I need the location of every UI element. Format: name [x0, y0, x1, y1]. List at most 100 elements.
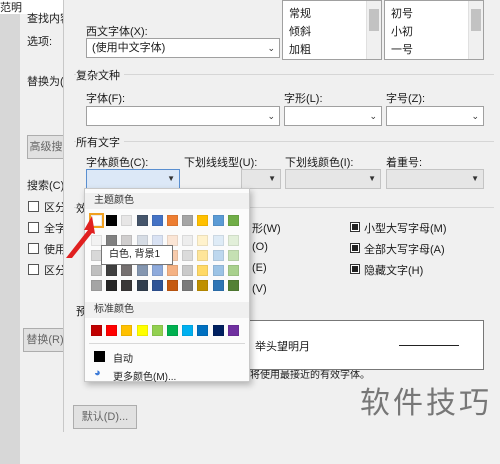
standard-color-swatch[interactable] — [227, 325, 239, 336]
theme-shade-swatch[interactable] — [227, 250, 239, 261]
complex-font-select[interactable]: ⌄ — [86, 106, 280, 126]
complex-section-divider — [74, 74, 494, 75]
complex-style-label: 字形(L): — [284, 93, 323, 105]
theme-shade-swatch[interactable] — [212, 280, 224, 291]
theme-shade-swatch[interactable] — [121, 280, 133, 291]
automatic-color-option[interactable]: 自动 — [113, 350, 133, 365]
theme-color-swatch[interactable] — [227, 215, 239, 226]
theme-color-swatch[interactable] — [197, 215, 209, 226]
size-list-scrollbar[interactable] — [468, 1, 483, 59]
dropdown-arrow-icon: ▼ — [368, 174, 376, 183]
standard-color-swatch[interactable] — [182, 325, 194, 336]
style-scroll-thumb[interactable] — [369, 9, 379, 31]
theme-shade-swatch[interactable] — [227, 235, 239, 246]
whole-word-checkbox[interactable] — [28, 222, 39, 233]
theme-shade-swatch[interactable] — [136, 280, 148, 291]
theme-color-swatch[interactable] — [106, 215, 118, 226]
small-caps-checkbox[interactable] — [350, 222, 360, 232]
theme-shade-swatch[interactable] — [197, 265, 209, 276]
font-style-list[interactable]: 常规 倾斜 加粗 — [282, 0, 382, 60]
style-list-scrollbar[interactable] — [366, 1, 381, 59]
standard-color-swatch[interactable] — [106, 325, 118, 336]
style-item-bold[interactable]: 加粗 — [289, 41, 311, 57]
theme-shade-swatch[interactable] — [212, 250, 224, 261]
theme-shade-swatch[interactable] — [167, 280, 178, 291]
complex-section-title: 复杂文种 — [76, 67, 124, 83]
style-item-italic[interactable]: 倾斜 — [289, 23, 311, 39]
automatic-color-swatch[interactable] — [94, 351, 105, 362]
theme-shade-swatch[interactable] — [91, 265, 102, 276]
standard-color-swatch[interactable] — [91, 325, 102, 336]
theme-shade-swatch[interactable] — [136, 265, 148, 276]
theme-shade-swatch[interactable] — [197, 280, 209, 291]
complex-size-select[interactable]: ⌄ — [386, 106, 484, 126]
hidden-text-checkbox[interactable] — [350, 264, 360, 274]
standard-color-swatch[interactable] — [197, 325, 209, 336]
more-colors-option[interactable]: 更多颜色(M)... — [113, 368, 176, 383]
standard-color-swatch[interactable] — [151, 325, 163, 336]
size-item-yihao[interactable]: 一号 — [391, 41, 413, 57]
standard-color-swatch[interactable] — [212, 325, 224, 336]
theme-shade-swatch[interactable] — [212, 265, 224, 276]
theme-color-swatch[interactable] — [167, 215, 178, 226]
chevron-down-icon: ⌄ — [369, 111, 377, 121]
theme-shade-swatch[interactable] — [91, 280, 102, 291]
wildcards-checkbox[interactable] — [28, 243, 39, 254]
theme-color-swatch[interactable] — [151, 215, 163, 226]
chevron-down-icon: ⌄ — [267, 111, 275, 121]
effect-left-label-3: (E) — [252, 262, 267, 274]
theme-shade-swatch[interactable] — [106, 265, 118, 276]
size-scroll-thumb[interactable] — [471, 9, 481, 31]
dropdown-arrow-icon: ▼ — [471, 174, 479, 183]
emphasis-mark-dropdown[interactable]: ▼ — [386, 169, 484, 189]
all-caps-checkbox[interactable] — [350, 243, 360, 253]
options-label: 选项: — [27, 36, 53, 48]
theme-shade-swatch[interactable] — [182, 235, 194, 246]
theme-shade-swatch[interactable] — [121, 265, 133, 276]
size-item-chuhao[interactable]: 初号 — [391, 5, 413, 21]
theme-shade-swatch[interactable] — [151, 280, 163, 291]
search-direction-label: 搜索(C) — [27, 180, 65, 192]
size-item-xiaochu[interactable]: 小初 — [391, 23, 413, 39]
popup-divider — [89, 343, 245, 344]
theme-colors-title: 主题颜色 — [85, 193, 249, 209]
underline-style-dropdown[interactable]: ▼ — [241, 169, 281, 189]
all-text-divider — [74, 141, 494, 142]
theme-shade-swatch[interactable] — [167, 265, 178, 276]
default-button[interactable]: 默认(D)... — [73, 405, 137, 429]
theme-shade-swatch[interactable] — [106, 280, 118, 291]
theme-color-swatch[interactable] — [212, 215, 224, 226]
standard-color-swatch[interactable] — [136, 325, 148, 336]
underline-color-dropdown[interactable]: ▼ — [285, 169, 381, 189]
theme-shade-swatch[interactable] — [197, 250, 209, 261]
theme-shade-swatch[interactable] — [212, 235, 224, 246]
theme-shade-swatch[interactable] — [227, 265, 239, 276]
theme-color-swatch[interactable] — [136, 215, 148, 226]
theme-shade-swatch[interactable] — [182, 250, 194, 261]
theme-color-swatch[interactable] — [182, 215, 194, 226]
font-size-list[interactable]: 初号 小初 一号 — [384, 0, 484, 60]
chevron-down-icon: ⌄ — [267, 43, 275, 53]
style-item-regular[interactable]: 常规 — [289, 5, 311, 21]
full-half-width-checkbox[interactable] — [28, 264, 39, 275]
font-color-label: 字体颜色(C): — [86, 157, 149, 169]
theme-shade-swatch[interactable] — [182, 265, 194, 276]
color-tooltip: 白色, 背景1 — [101, 245, 173, 265]
match-case-checkbox[interactable] — [28, 201, 39, 212]
theme-color-swatch[interactable] — [121, 215, 133, 226]
theme-shade-swatch[interactable] — [182, 280, 194, 291]
western-font-select[interactable]: (使用中文字体) ⌄ — [86, 38, 280, 58]
replace-button[interactable]: 替换(R) — [23, 328, 67, 352]
theme-shade-swatch[interactable] — [227, 280, 239, 291]
theme-shade-swatch[interactable] — [151, 265, 163, 276]
complex-style-select[interactable]: ⌄ — [284, 106, 382, 126]
standard-color-swatch[interactable] — [121, 325, 133, 336]
font-color-dropdown[interactable]: ▼ — [86, 169, 180, 189]
effect-left-label-2: (O) — [252, 241, 268, 253]
advanced-search-button[interactable]: 高级搜 — [27, 135, 65, 159]
all-caps-label: 全部大写字母(A) — [364, 244, 445, 256]
theme-shade-swatch[interactable] — [197, 235, 209, 246]
all-text-section-title: 所有文字 — [76, 134, 124, 150]
dropdown-arrow-icon: ▼ — [167, 174, 175, 183]
standard-color-swatch[interactable] — [167, 325, 178, 336]
